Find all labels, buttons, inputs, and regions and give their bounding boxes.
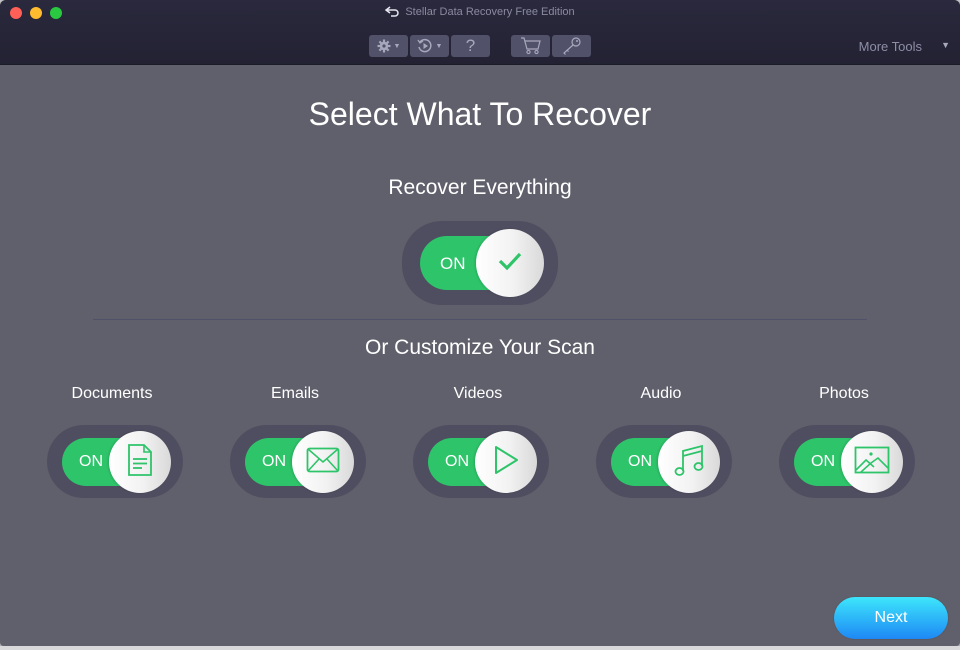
toggle-knob[interactable] bbox=[841, 431, 903, 493]
background-window-strip bbox=[0, 646, 960, 650]
toggle-state-label: ON bbox=[445, 453, 469, 470]
checkmark-icon bbox=[497, 251, 523, 276]
history-button[interactable]: ▼ bbox=[410, 35, 449, 57]
more-tools-chevron-down-icon[interactable]: ▼ bbox=[941, 40, 950, 50]
toggle-state-label: ON bbox=[262, 453, 286, 470]
category-label: Emails bbox=[270, 385, 319, 402]
customize-scan-title: Or Customize Your Scan bbox=[365, 336, 595, 359]
toggle-state-label: ON bbox=[811, 453, 835, 470]
category-label: Videos bbox=[453, 385, 503, 402]
document-icon bbox=[127, 443, 153, 481]
gear-icon bbox=[377, 39, 391, 53]
section-divider bbox=[93, 319, 867, 320]
window-title-container: Stellar Data Recovery Free Edition bbox=[0, 6, 960, 20]
toggle-knob[interactable] bbox=[475, 431, 537, 493]
help-icon: ? bbox=[465, 36, 476, 55]
window-title: Stellar Data Recovery Free Edition bbox=[405, 6, 575, 18]
help-button[interactable]: ? bbox=[451, 35, 490, 57]
app-logo-icon bbox=[385, 6, 399, 20]
toggle-knob[interactable] bbox=[292, 431, 354, 493]
key-icon bbox=[562, 37, 582, 55]
category-label: Audio bbox=[640, 385, 682, 402]
music-note-icon bbox=[674, 443, 704, 482]
category-label: Photos bbox=[819, 385, 869, 402]
recover-everything-label: Recover Everything bbox=[388, 176, 572, 199]
history-play-icon bbox=[416, 38, 433, 54]
envelope-icon bbox=[306, 447, 340, 478]
toggle-state-label: ON bbox=[440, 254, 466, 273]
chevron-down-icon: ▼ bbox=[435, 42, 443, 50]
category-label: Documents bbox=[71, 385, 153, 402]
app-window: Stellar Data Recovery Free Edition ▼ ▼ ?… bbox=[0, 0, 960, 646]
more-tools-menu[interactable]: More Tools bbox=[859, 39, 922, 54]
play-icon bbox=[493, 445, 519, 480]
cart-icon bbox=[520, 37, 542, 55]
toggle-state-label: ON bbox=[79, 453, 103, 470]
page-title: Select What To Recover bbox=[308, 96, 652, 132]
activate-key-button[interactable] bbox=[552, 35, 591, 57]
toggle-knob[interactable] bbox=[476, 229, 544, 297]
toggle-knob[interactable] bbox=[658, 431, 720, 493]
toggle-knob[interactable] bbox=[109, 431, 171, 493]
chevron-down-icon: ▼ bbox=[393, 42, 401, 50]
toggle-state-label: ON bbox=[628, 453, 652, 470]
titlebar: Stellar Data Recovery Free Edition ▼ ▼ ?… bbox=[0, 0, 960, 65]
image-icon bbox=[854, 446, 890, 479]
cart-button[interactable] bbox=[511, 35, 550, 57]
next-button[interactable]: Next bbox=[834, 597, 948, 639]
settings-button[interactable]: ▼ bbox=[369, 35, 408, 57]
